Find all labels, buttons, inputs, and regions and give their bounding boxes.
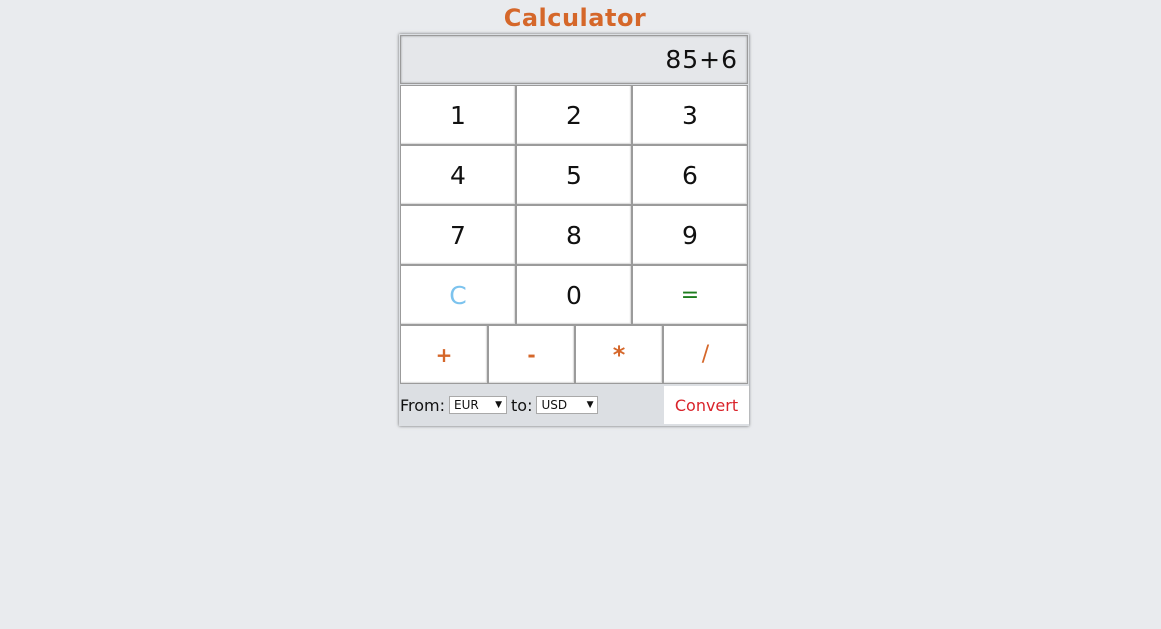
multiply-button[interactable]: * <box>575 325 663 384</box>
to-label: to: <box>511 395 533 415</box>
divide-button[interactable]: / <box>663 325 748 384</box>
clear-button[interactable]: C <box>400 265 516 325</box>
currency-converter: From: EUR ▼ to: USD ▼ <box>399 384 664 426</box>
key-2[interactable]: 2 <box>516 85 632 145</box>
app-title: Calculator <box>503 4 647 32</box>
to-currency-value: USD <box>541 398 568 412</box>
display-value: 85+6 <box>665 45 738 74</box>
from-currency-select[interactable]: EUR ▼ <box>449 396 508 414</box>
from-label: From: <box>400 395 446 415</box>
key-8[interactable]: 8 <box>516 205 632 265</box>
key-4[interactable]: 4 <box>400 145 516 205</box>
key-3[interactable]: 3 <box>632 85 748 145</box>
key-9[interactable]: 9 <box>632 205 748 265</box>
dropdown-arrow-icon: ▼ <box>586 400 594 410</box>
key-7[interactable]: 7 <box>400 205 516 265</box>
equals-button[interactable]: = <box>632 265 748 325</box>
from-currency-value: EUR <box>454 398 479 412</box>
add-button[interactable]: + <box>400 325 488 384</box>
key-1[interactable]: 1 <box>400 85 516 145</box>
key-5[interactable]: 5 <box>516 145 632 205</box>
convert-button[interactable]: Convert <box>664 386 749 424</box>
dropdown-arrow-icon: ▼ <box>495 400 503 410</box>
key-0[interactable]: 0 <box>516 265 632 325</box>
key-6[interactable]: 6 <box>632 145 748 205</box>
calculator-display: 85+6 <box>400 35 748 84</box>
subtract-button[interactable]: - <box>488 325 575 384</box>
to-currency-select[interactable]: USD ▼ <box>536 396 599 414</box>
calculator-panel: 85+6 1 2 3 4 5 6 7 8 9 C 0 = + - * / Fro… <box>399 34 749 426</box>
